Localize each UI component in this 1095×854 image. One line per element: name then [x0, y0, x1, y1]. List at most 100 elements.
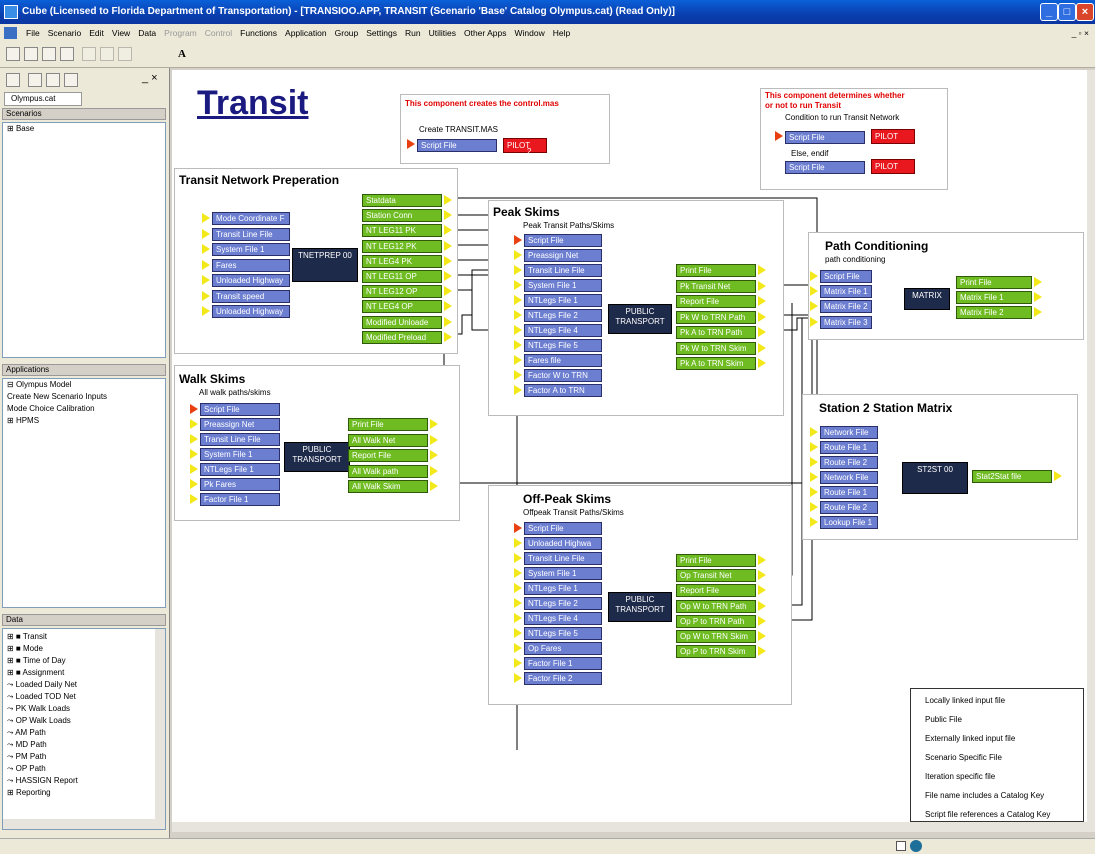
input-file-box[interactable]: System File 1 — [524, 279, 602, 292]
input-file-box[interactable]: Script File — [200, 403, 280, 416]
input-file-box[interactable]: Route File 2 — [820, 501, 878, 514]
tree-expander-icon[interactable]: ⤳ — [7, 740, 16, 749]
input-file-box[interactable]: Matrix File 1 — [820, 285, 872, 299]
output-file-box[interactable]: Modified Unloade — [362, 315, 442, 329]
input-file-box[interactable]: System File 1 — [524, 567, 602, 580]
output-file-box[interactable]: All Walk Net — [348, 433, 428, 447]
input-file-box[interactable]: Script File — [820, 270, 872, 283]
output-file-box[interactable]: All Walk path — [348, 464, 428, 478]
menu-scenario[interactable]: Scenario — [44, 24, 86, 42]
input-file-box[interactable]: NTLegs File 2 — [524, 309, 602, 322]
input-file-box[interactable]: Script File — [524, 234, 602, 247]
output-file-box[interactable]: Report File — [348, 449, 428, 462]
menu-help[interactable]: Help — [549, 24, 574, 42]
output-file-box[interactable]: Print File — [676, 264, 756, 277]
tree-expander-icon[interactable]: ⊞ — [7, 416, 16, 425]
input-file-box[interactable]: Factor File 1 — [524, 657, 602, 670]
tree-expander-icon[interactable]: ⤳ — [7, 728, 15, 737]
paste-icon[interactable] — [118, 47, 132, 61]
input-file-box[interactable]: Unloaded Highwa — [524, 537, 602, 550]
output-file-box[interactable]: Op P to TRN Skim — [676, 645, 756, 659]
tree-item[interactable]: Create New Scenario Inputs — [7, 391, 165, 403]
tree-expander-icon[interactable]: ⤳ — [7, 764, 16, 773]
menu-window[interactable]: Window — [511, 24, 549, 42]
input-file-box[interactable]: Fares file — [524, 354, 602, 367]
menu-edit[interactable]: Edit — [85, 24, 108, 42]
output-file-box[interactable]: Pk Transit Net — [676, 279, 756, 293]
input-file-box[interactable]: Factor File 2 — [524, 672, 602, 685]
output-file-box[interactable]: Station Conn — [362, 209, 442, 223]
canvas-vscrollbar[interactable] — [1087, 70, 1095, 822]
tree-item[interactable]: ⊞ Reporting — [7, 787, 165, 799]
tree-expander-icon[interactable]: ⊞ ■ — [7, 632, 23, 641]
document-icon[interactable] — [4, 27, 17, 39]
peak-pt-program[interactable]: PUBLIC TRANSPORT — [608, 304, 672, 334]
tree-expander-icon[interactable]: ⤳ — [7, 692, 16, 701]
catalog-tab[interactable]: Olympus.cat — [4, 92, 82, 106]
save-icon[interactable] — [42, 47, 56, 61]
tree-expander-icon[interactable]: ⤳ — [7, 752, 16, 761]
output-file-box[interactable]: All Walk Skim — [348, 480, 428, 493]
tree-expander-icon[interactable]: ⊞ — [7, 124, 16, 133]
data-tree-scrollbar[interactable] — [155, 629, 165, 819]
tree-item[interactable]: ⤳ Loaded TOD Net — [7, 691, 165, 703]
new-file-icon[interactable] — [6, 47, 20, 61]
output-file-box[interactable]: Print File — [676, 554, 756, 567]
input-file-box[interactable]: Route File 2 — [820, 456, 878, 469]
output-file-box[interactable]: NT LEG11 OP — [362, 270, 442, 283]
tree-expander-icon[interactable]: ⤳ — [7, 716, 16, 725]
output-file-box[interactable]: Op W to TRN Skim — [676, 630, 756, 643]
input-file-box[interactable]: Factor W to TRN — [524, 369, 602, 382]
output-file-box[interactable]: Report File — [676, 295, 756, 308]
tree-expander-icon[interactable]: ⤳ — [7, 680, 16, 689]
output-file-box[interactable]: NT LEG4 PK — [362, 254, 442, 268]
tree-item[interactable]: ⊟ Olympus Model — [7, 379, 165, 391]
output-file-box[interactable]: Statdata — [362, 194, 442, 207]
output-file-box[interactable]: Op P to TRN Path — [676, 614, 756, 628]
output-file-box[interactable]: Stat2Stat file — [972, 470, 1052, 483]
input-file-box[interactable]: NTLegs File 2 — [524, 597, 602, 610]
st2st-program[interactable]: ST2ST 00 — [902, 462, 968, 494]
input-file-box[interactable]: NTLegs File 4 — [524, 324, 602, 337]
tree-item[interactable]: ⊞ HPMS — [7, 415, 165, 427]
menu-file[interactable]: File — [22, 24, 44, 42]
canvas-hscrollbar[interactable] — [172, 822, 1095, 832]
input-file-box[interactable]: Fares — [212, 258, 290, 272]
menu-data[interactable]: Data — [134, 24, 160, 42]
input-file-box[interactable]: NTLegs File 1 — [524, 582, 602, 595]
mdi-controls[interactable]: _ ▫ × — [1072, 24, 1089, 42]
tree-item[interactable]: ⤳ Loaded Daily Net — [7, 679, 165, 691]
output-file-box[interactable]: Matrix File 2 — [956, 306, 1032, 319]
menu-control[interactable]: Control — [201, 24, 236, 42]
det-script-file-1[interactable]: Script File — [785, 131, 865, 144]
input-file-box[interactable]: Factor A to TRN — [524, 384, 602, 397]
output-file-box[interactable]: Pk W to TRN Path — [676, 310, 756, 324]
menu-utilities[interactable]: Utilities — [425, 24, 460, 42]
input-file-box[interactable]: NTLegs File 1 — [200, 463, 280, 476]
pane-close-icon[interactable]: _ × — [142, 72, 158, 84]
input-file-box[interactable]: Transit Line File — [212, 227, 290, 241]
input-file-box[interactable]: Matrix File 3 — [820, 315, 872, 329]
tree-item[interactable]: ⤳ MD Path — [7, 739, 165, 751]
tree-item[interactable]: Mode Choice Calibration — [7, 403, 165, 415]
input-file-box[interactable]: Factor File 1 — [200, 493, 280, 506]
menu-group[interactable]: Group — [331, 24, 363, 42]
menu-program[interactable]: Program — [160, 24, 201, 42]
input-file-box[interactable]: Transit Line File — [524, 552, 602, 565]
input-file-box[interactable]: System File 1 — [200, 448, 280, 461]
status-checkbox[interactable] — [896, 841, 906, 851]
menu-functions[interactable]: Functions — [236, 24, 281, 42]
tree-item[interactable]: ⤳ PK Walk Loads — [7, 703, 165, 715]
output-file-box[interactable]: Op Transit Net — [676, 569, 756, 583]
input-file-box[interactable]: Preassign Net — [524, 249, 602, 262]
input-file-box[interactable]: Pk Fares — [200, 478, 280, 491]
tree-item[interactable]: ⤳ HASSIGN Report — [7, 775, 165, 787]
cut-icon[interactable] — [82, 47, 96, 61]
input-file-box[interactable]: Transit Line File — [524, 264, 602, 277]
create-script-file[interactable]: Script File — [417, 139, 497, 152]
input-file-box[interactable]: Transit Line File — [200, 433, 280, 446]
application-canvas[interactable]: Transit This component creates the contr… — [172, 70, 1087, 822]
menu-view[interactable]: View — [108, 24, 134, 42]
menu-application[interactable]: Application — [281, 24, 331, 42]
input-file-box[interactable]: Transit speed — [212, 289, 290, 303]
